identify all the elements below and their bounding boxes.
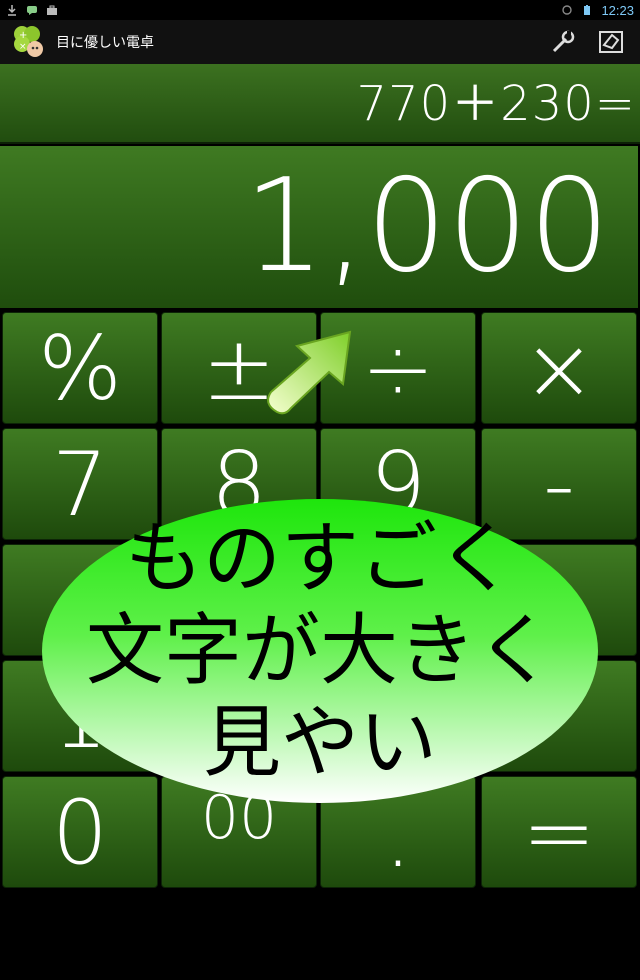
wrench-icon xyxy=(552,30,575,53)
download-icon xyxy=(8,5,16,16)
status-bar: 12:23 xyxy=(0,0,640,20)
arrow-up-right-icon xyxy=(267,330,352,415)
svg-text:+: + xyxy=(19,30,27,41)
promo-text: ものすごく 文字が大きく 見やい xyxy=(40,498,600,804)
clover-app-icon[interactable]: + × xyxy=(8,22,48,62)
clock: 12:23 xyxy=(601,2,634,18)
result-text: 1,000 xyxy=(243,152,610,301)
app-title: 目に優しい電卓 xyxy=(56,35,154,51)
eraser-icon xyxy=(599,31,623,53)
promo-line-3: 見やい xyxy=(202,698,437,788)
result-display: 1,000 xyxy=(0,146,638,308)
settings-button[interactable] xyxy=(548,27,578,57)
action-bar: + × 目に優しい電卓 xyxy=(0,20,640,64)
chat-icon xyxy=(27,6,37,15)
key-percent[interactable]: % xyxy=(2,312,158,424)
briefcase-icon xyxy=(47,5,57,15)
notification-icons xyxy=(6,4,58,16)
clear-button[interactable] xyxy=(596,27,626,57)
key-multiply[interactable]: × xyxy=(481,312,637,424)
expression-text: 770＋230= xyxy=(356,76,636,132)
expression-display: 770＋230= xyxy=(0,64,640,144)
action-bar-actions xyxy=(548,27,632,57)
system-icons: 12:23 xyxy=(561,3,634,18)
svg-text:×: × xyxy=(19,42,27,52)
promo-line-2: 文字が大きく xyxy=(85,606,554,696)
rotate-icon xyxy=(562,5,573,15)
battery-icon xyxy=(584,5,591,15)
promo-line-1: ものすごく xyxy=(124,514,515,604)
